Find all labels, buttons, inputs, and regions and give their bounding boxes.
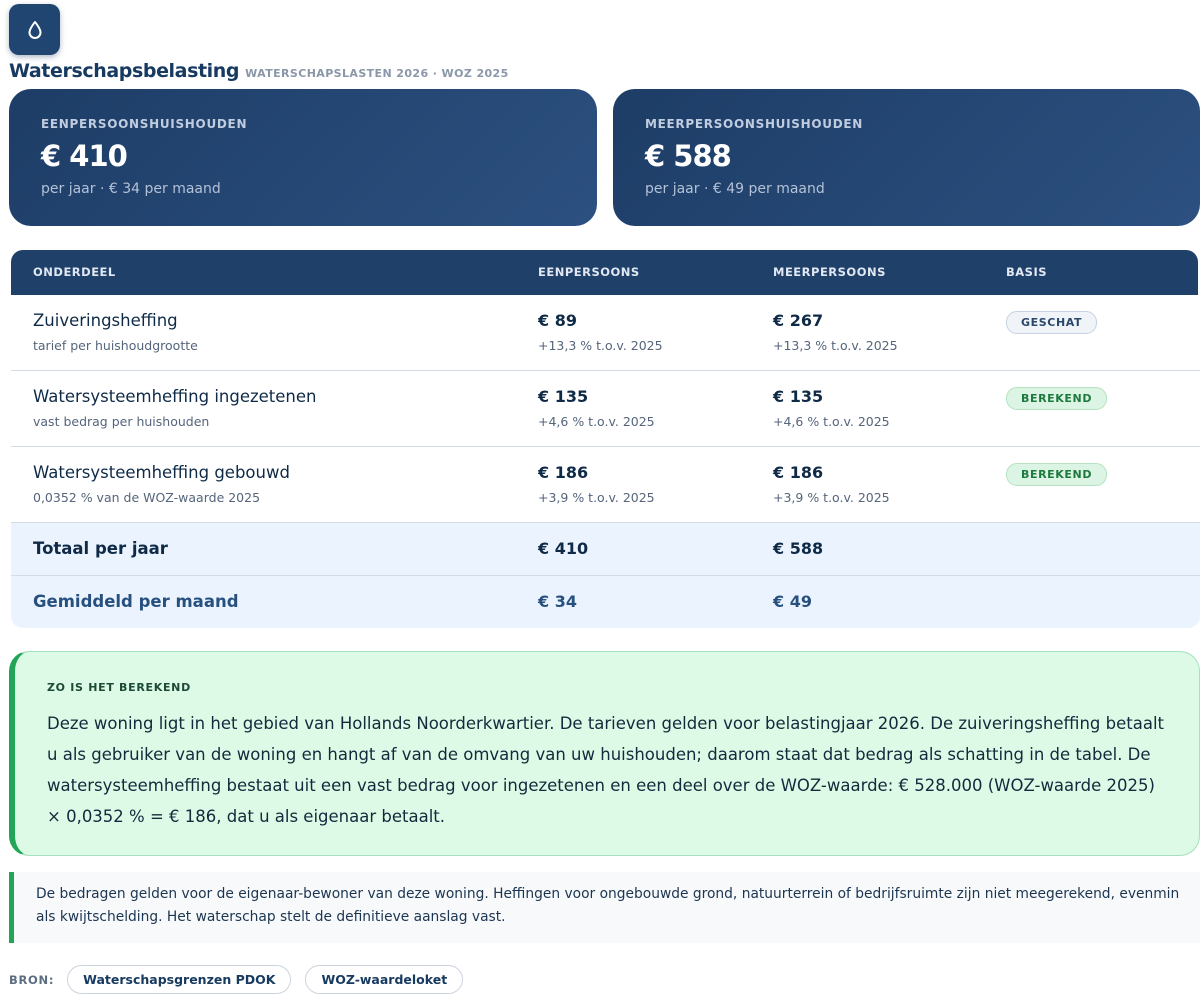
card-amount: € 588 (645, 139, 732, 173)
change-single: +4,6 % t.o.v. 2025 (538, 414, 655, 429)
amount-multi: € 186 (773, 463, 824, 482)
total-row-month: Gemiddeld per maand € 34 € 49 (11, 576, 1200, 628)
summary-card-single: EENPERSOONSHUISHOUDEN € 410 per jaar · €… (9, 89, 597, 226)
sources-bar: BRON: Waterschapsgrenzen PDOK WOZ-waarde… (9, 964, 477, 995)
row-name: Zuiveringsheffing (33, 311, 178, 330)
monthly-multi: € 49 (773, 592, 812, 611)
explanation-text: Deze woning ligt in het gebied van Holla… (47, 714, 1164, 826)
total-single: € 410 (538, 539, 589, 558)
total-multi: € 588 (773, 539, 824, 558)
basis-badge-calculated: BEREKEND (1006, 463, 1108, 486)
page-subtitle: WATERSCHAPSLASTEN 2026 · WOZ 2025 (245, 67, 509, 80)
card-label: MEERPERSOONSHUISHOUDEN (645, 117, 864, 131)
amount-multi: € 135 (773, 387, 824, 406)
monthly-single: € 34 (538, 592, 577, 611)
header-onderdeel: ONDERDEEL (33, 265, 116, 279)
table-row: Watersysteemheffing gebouwd 0,0352 % van… (11, 447, 1200, 523)
change-multi: +3,9 % t.o.v. 2025 (773, 490, 890, 505)
page-header: Waterschapsbelasting WATERSCHAPSLASTEN 2… (9, 60, 509, 82)
card-label: EENPERSOONSHUISHOUDEN (41, 117, 248, 131)
card-amount: € 410 (41, 139, 128, 173)
source-link-pdok[interactable]: Waterschapsgrenzen PDOK (67, 965, 292, 994)
change-single: +13,3 % t.o.v. 2025 (538, 338, 663, 353)
header-meerpersoons: MEERPERSOONS (773, 265, 886, 279)
table-row: Zuiveringsheffing tarief per huishoudgro… (11, 295, 1200, 371)
table-header: ONDERDEEL EENPERSOONS MEERPERSOONS BASIS (11, 250, 1198, 295)
header-eenpersoons: EENPERSOONS (538, 265, 640, 279)
change-multi: +4,6 % t.o.v. 2025 (773, 414, 890, 429)
amount-single: € 89 (538, 311, 577, 330)
explanation-label: ZO IS HET BEREKEND (47, 681, 191, 694)
row-description: tarief per huishoudgrootte (33, 338, 198, 353)
basis-badge-estimated: GESCHAT (1006, 311, 1098, 334)
calculation-explanation: ZO IS HET BEREKEND Deze woning ligt in h… (9, 651, 1200, 856)
total-row-year: Totaal per jaar € 410 € 588 (11, 523, 1200, 576)
row-name: Watersysteemheffing gebouwd (33, 463, 290, 482)
row-description: 0,0352 % van de WOZ-waarde 2025 (33, 490, 261, 505)
amount-single: € 186 (538, 463, 589, 482)
card-subtext: per jaar · € 34 per maand (41, 181, 221, 197)
page-title: Waterschapsbelasting (9, 60, 240, 82)
monthly-label: Gemiddeld per maand (33, 592, 239, 611)
amount-single: € 135 (538, 387, 589, 406)
droplet-icon (28, 20, 41, 39)
change-multi: +13,3 % t.o.v. 2025 (773, 338, 898, 353)
card-subtext: per jaar · € 49 per maand (645, 181, 825, 197)
header-basis: BASIS (1006, 265, 1048, 279)
summary-card-multi: MEERPERSOONSHUISHOUDEN € 588 per jaar · … (613, 89, 1200, 226)
disclaimer-note: De bedragen gelden voor de eigenaar-bewo… (9, 872, 1200, 943)
basis-badge-calculated: BEREKEND (1006, 387, 1108, 410)
tax-breakdown-table: ONDERDEEL EENPERSOONS MEERPERSOONS BASIS… (11, 250, 1200, 628)
total-label: Totaal per jaar (33, 539, 168, 558)
sources-label: BRON: (9, 972, 55, 987)
table-row: Watersysteemheffing ingezetenen vast bed… (11, 371, 1200, 447)
row-name: Watersysteemheffing ingezetenen (33, 387, 317, 406)
row-description: vast bedrag per huishouden (33, 414, 210, 429)
app-logo[interactable] (9, 4, 60, 55)
amount-multi: € 267 (773, 311, 824, 330)
change-single: +3,9 % t.o.v. 2025 (538, 490, 655, 505)
disclaimer-text: De bedragen gelden voor de eigenaar-bewo… (36, 886, 1180, 925)
source-link-woz[interactable]: WOZ-waardeloket (305, 965, 464, 994)
